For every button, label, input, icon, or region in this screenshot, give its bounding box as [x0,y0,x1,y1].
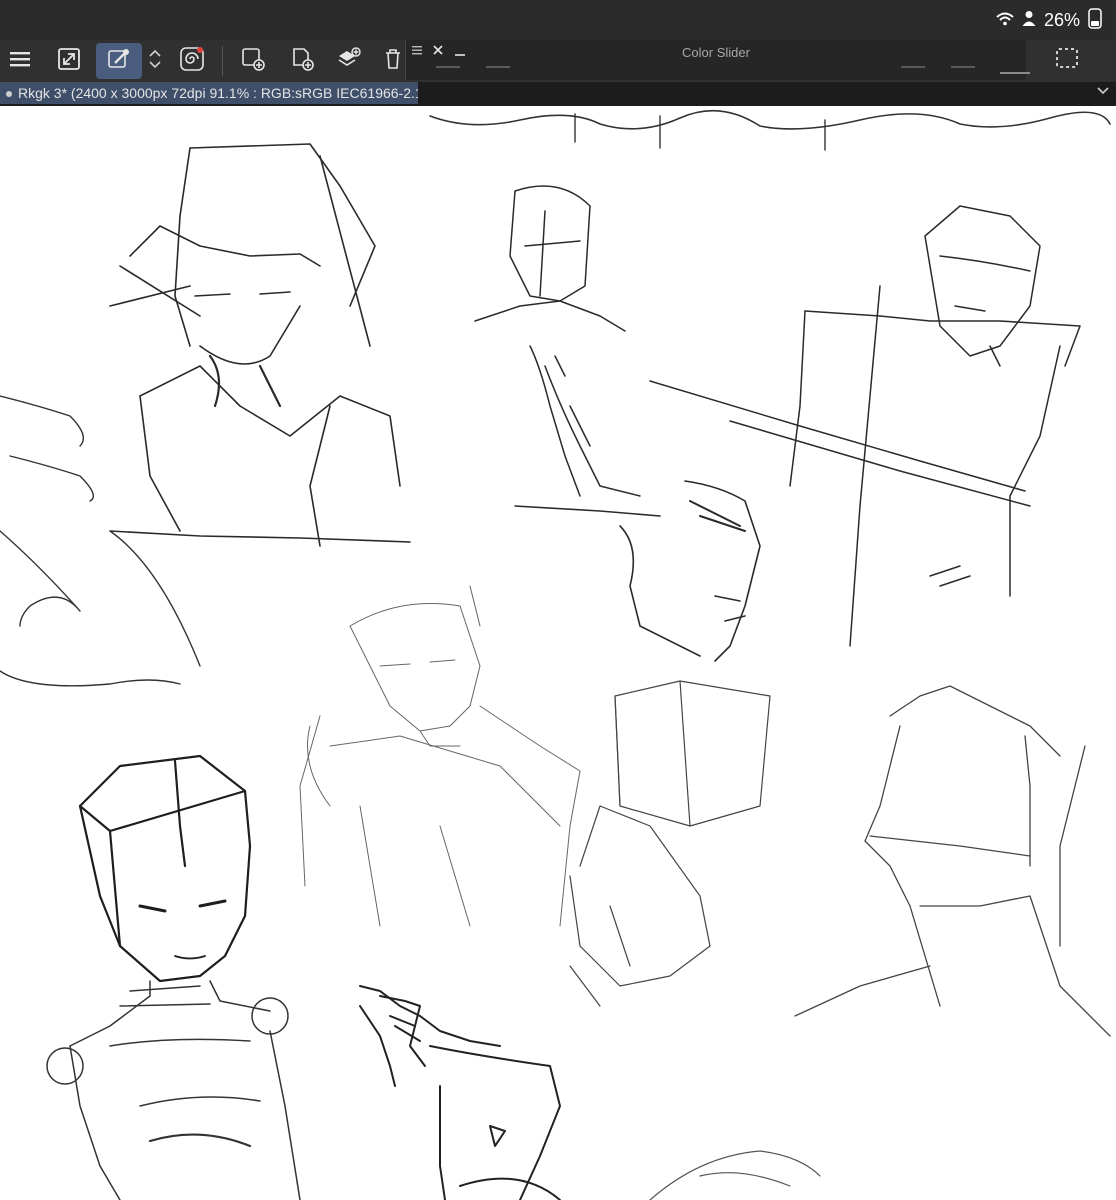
new-raster-layer-icon [240,46,266,77]
battery-percent: 26% [1043,9,1080,30]
document-tab[interactable]: Rkgk 3* (2400 x 3000px 72dpi 91.1% : RGB… [0,82,418,104]
drawing-canvas[interactable] [0,106,1116,1200]
status-bar: 26% [0,0,1116,40]
eyedropper-button[interactable] [96,43,142,79]
new-layer-button[interactable] [235,43,271,79]
tool-toggle-button[interactable] [142,43,168,79]
battery-icon [1088,7,1102,34]
eyedropper-icon [107,47,131,76]
trash-icon [384,48,402,75]
new-folder-button[interactable] [331,43,367,79]
document-tab-label: Rkgk 3* (2400 x 3000px 72dpi 91.1% : RGB… [18,85,418,101]
toolbar-separator [222,46,223,76]
marquee-select-icon [1055,47,1081,76]
hamburger-icon [9,50,31,73]
slider-track-hint [436,66,460,68]
slider-track-hint [951,66,975,68]
person-icon [1022,10,1036,31]
delete-layer-button[interactable] [380,43,406,79]
chevron-updown-icon [148,47,162,76]
selection-button[interactable] [1048,45,1088,77]
menu-button[interactable] [2,43,38,79]
spiral-icon [179,46,205,77]
new-layer-folder-icon [336,46,362,77]
chevron-down-icon[interactable] [1096,84,1110,103]
subtool-button[interactable] [174,43,210,79]
new-vector-layer-button[interactable] [284,43,320,79]
status-indicators: 26% [996,7,1102,34]
document-tab-bar: Rkgk 3* (2400 x 3000px 72dpi 91.1% : RGB… [0,82,1116,106]
toolbar-underline-hint [1000,66,1030,74]
new-layer-icon [289,46,315,77]
tab-dot-icon [6,91,12,98]
expand-diagonal-icon [57,47,81,76]
panel-title: Color Slider [682,45,750,60]
slider-track-hint [486,66,510,68]
wifi-icon [996,10,1014,31]
color-slider-panel[interactable]: Color Slider [405,40,1026,80]
slider-track-hint [901,66,925,68]
sketch-artwork [0,109,1111,1200]
fit-view-button[interactable] [51,43,87,79]
